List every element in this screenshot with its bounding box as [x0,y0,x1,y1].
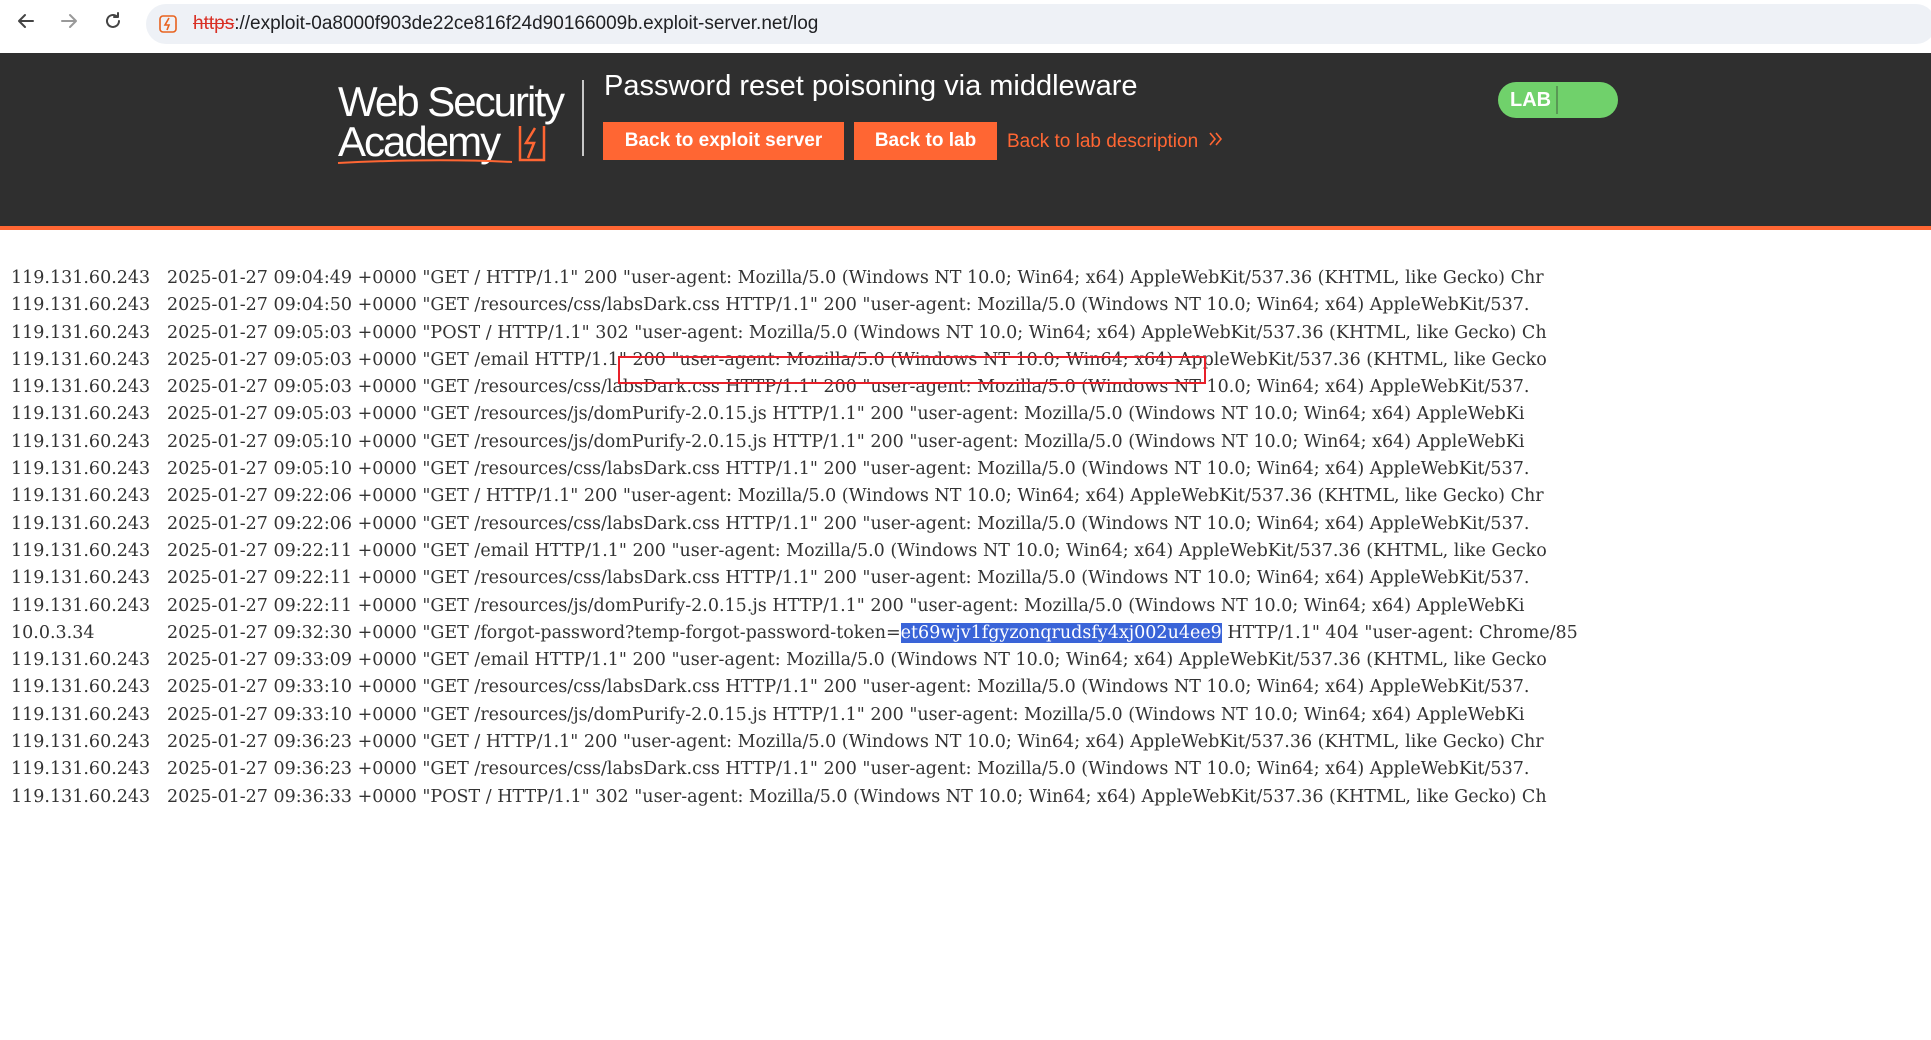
log-row: 119.131.60.243 2025-01-27 09:22:06 +0000 … [11,511,1931,538]
log-entry: 2025-01-27 09:22:11 +0000 "GET /resource… [167,595,1525,616]
url-path: ://exploit-0a8000f903de22ce816f24d901660… [234,13,819,34]
log-row: 119.131.60.243 2025-01-27 09:33:10 +0000 … [11,702,1931,729]
log-ip: 119.131.60.243 [11,459,151,480]
log-entry: 2025-01-27 09:22:11 +0000 "GET /email HT… [167,540,1547,561]
log-entry: 2025-01-27 09:32:30 +0000 "GET /forgot-p… [167,620,1578,647]
log-ip: 10.0.3.34 [11,622,95,643]
log-ip: 119.131.60.243 [11,650,151,671]
back-to-lab-button[interactable]: Back to lab [854,122,997,160]
log-entry: 2025-01-27 09:05:10 +0000 "GET /resource… [167,459,1530,480]
log-entry: 2025-01-27 09:36:33 +0000 "POST / HTTP/1… [167,786,1547,807]
log-entry: 2025-01-27 09:05:03 +0000 "GET /resource… [167,377,1530,398]
forward-button[interactable] [51,0,87,46]
browser-toolbar: https://exploit-0a8000f903de22ce816f24d9… [0,0,1931,50]
log-ip: 119.131.60.243 [11,786,151,807]
log-row: 119.131.60.243 2025-01-27 09:05:10 +0000 … [11,456,1931,483]
log-row: 119.131.60.243 2025-01-27 09:22:11 +0000 … [11,593,1931,620]
svg-text:Academy: Academy [338,118,501,165]
log-entry-before: 2025-01-27 09:32:30 +0000 "GET /forgot-p… [167,622,901,643]
log-entry: 2025-01-27 09:22:11 +0000 "GET /resource… [167,568,1530,589]
log-row: 119.131.60.243 2025-01-27 09:36:23 +0000 … [11,729,1931,756]
log-ip: 119.131.60.243 [11,732,151,753]
back-to-exploit-server-button[interactable]: Back to exploit server [603,122,844,160]
reload-button[interactable] [95,0,131,46]
log-ip: 119.131.60.243 [11,349,151,370]
log-row: 119.131.60.243 2025-01-27 09:36:33 +0000 … [11,784,1931,811]
log-ip: 119.131.60.243 [11,568,151,589]
lab-title: Password reset poisoning via middleware [604,70,1138,102]
log-entry: 2025-01-27 09:36:23 +0000 "GET / HTTP/1.… [167,732,1544,753]
log-entry-after: HTTP/1.1" 404 "user-agent: Chrome/85 [1221,622,1578,643]
site-warning-icon[interactable] [157,13,179,35]
log-ip: 119.131.60.243 [11,431,151,452]
back-to-lab-description-link[interactable]: Back to lab description [1007,130,1224,154]
double-chevron-right-icon [1208,130,1224,154]
log-ip: 119.131.60.243 [11,268,151,288]
address-bar[interactable]: https://exploit-0a8000f903de22ce816f24d9… [146,4,1931,44]
arrow-right-icon [59,11,79,36]
log-entry: 2025-01-27 09:22:06 +0000 "GET / HTTP/1.… [167,486,1544,507]
log-ip: 119.131.60.243 [11,513,151,534]
arrow-left-icon [16,11,36,36]
log-ip: 119.131.60.243 [11,295,151,316]
log-entry: 2025-01-27 09:33:10 +0000 "GET /resource… [167,677,1530,698]
log-ip: 119.131.60.243 [11,595,151,616]
log-ip: 119.131.60.243 [11,704,151,725]
lab-status-badge: LAB [1498,82,1618,118]
url-protocol: https [193,13,235,34]
log-entry: 2025-01-27 09:04:50 +0000 "GET /resource… [167,295,1530,316]
log-entry: 2025-01-27 09:05:10 +0000 "GET /resource… [167,431,1525,452]
log-row: 119.131.60.243 2025-01-27 09:05:03 +0000 … [11,347,1931,374]
log-entry: 2025-01-27 09:04:49 +0000 "GET / HTTP/1.… [167,268,1544,288]
header-divider [0,226,1931,230]
log-entry: 2025-01-27 09:05:03 +0000 "POST / HTTP/1… [167,322,1547,343]
log-row: 119.131.60.243 2025-01-27 09:22:11 +0000 … [11,538,1931,565]
log-ip: 119.131.60.243 [11,377,151,398]
log-row: 10.0.3.34 2025-01-27 09:32:30 +0000 "GET … [11,620,1931,647]
log-entry: 2025-01-27 09:33:10 +0000 "GET /resource… [167,704,1525,725]
log-entry: 2025-01-27 09:22:06 +0000 "GET /resource… [167,513,1530,534]
log-row: 119.131.60.243 2025-01-27 09:05:03 +0000 … [11,374,1931,401]
web-security-academy-logo[interactable]: Web Security Academy [336,76,596,168]
reload-icon [103,11,123,36]
log-row: 119.131.60.243 2025-01-27 09:05:10 +0000 … [11,429,1931,456]
log-row: 119.131.60.243 2025-01-27 09:05:03 +0000 … [11,320,1931,347]
log-entry: 2025-01-27 09:36:23 +0000 "GET /resource… [167,759,1530,780]
log-ip: 119.131.60.243 [11,322,151,343]
log-row: 119.131.60.243 2025-01-27 09:04:50 +0000 … [11,292,1931,319]
log-ip: 119.131.60.243 [11,759,151,780]
access-log: 119.131.60.243 2025-01-27 09:04:49 +0000 … [11,265,1931,811]
log-ip: 119.131.60.243 [11,486,151,507]
back-to-lab-description-label: Back to lab description [1007,131,1199,152]
log-entry: 2025-01-27 09:05:03 +0000 "GET /resource… [167,404,1525,425]
back-button[interactable] [8,0,44,46]
log-ip: 119.131.60.243 [11,677,151,698]
logo-divider [582,80,584,156]
log-row: 119.131.60.243 2025-01-27 09:22:11 +0000 … [11,565,1931,592]
log-row: 119.131.60.243 2025-01-27 09:36:23 +0000 … [11,756,1931,783]
log-row: 119.131.60.243 2025-01-27 09:04:49 +0000 … [11,265,1931,292]
log-ip: 119.131.60.243 [11,404,151,425]
log-row: 119.131.60.243 2025-01-27 09:05:03 +0000 … [11,401,1931,428]
log-entry: 2025-01-27 09:05:03 +0000 "GET /email HT… [167,349,1547,370]
log-row: 119.131.60.243 2025-01-27 09:33:09 +0000 … [11,647,1931,674]
selected-reset-token[interactable]: et69wjv1fgyzonqrudsfy4xj002u4ee9 [900,622,1222,643]
log-ip: 119.131.60.243 [11,540,151,561]
log-entry: 2025-01-27 09:33:09 +0000 "GET /email HT… [167,650,1547,671]
url-text: https://exploit-0a8000f903de22ce816f24d9… [193,13,818,35]
log-row: 119.131.60.243 2025-01-27 09:22:06 +0000 … [11,483,1931,510]
log-row: 119.131.60.243 2025-01-27 09:33:10 +0000 … [11,674,1931,701]
